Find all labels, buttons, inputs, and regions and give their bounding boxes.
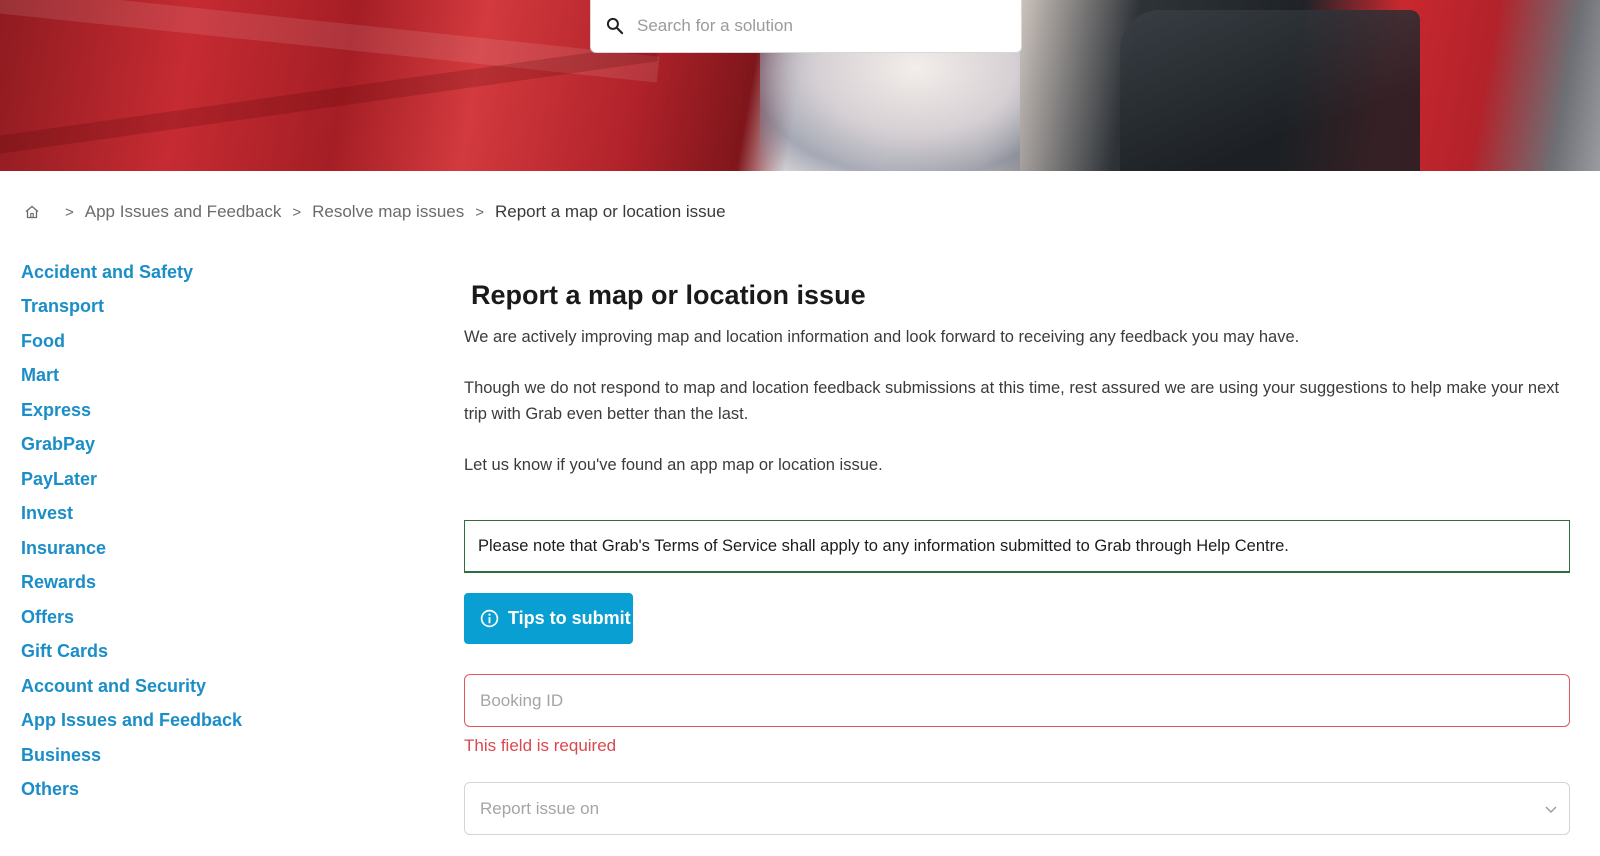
prompt-paragraph: Let us know if you've found an app map o… (464, 456, 883, 474)
sidebar-item: Express (21, 393, 321, 428)
hero-photo-car-seat (1120, 10, 1420, 171)
breadcrumb: > App Issues and Feedback > Resolve map … (24, 202, 726, 222)
breadcrumb-separator: > (292, 203, 302, 221)
breadcrumb-resolve-map[interactable]: Resolve map issues (312, 202, 464, 222)
sidebar-item: App Issues and Feedback (21, 704, 321, 739)
sidebar-nav: Accident and Safety Transport Food Mart … (21, 255, 321, 807)
booking-id-input[interactable] (480, 690, 1540, 711)
sidebar-item: Account and Security (21, 669, 321, 704)
sidebar-item-grabpay[interactable]: GrabPay (21, 434, 95, 455)
sidebar-item-gift-cards[interactable]: Gift Cards (21, 641, 108, 662)
report-issue-placeholder: Report issue on (480, 798, 600, 818)
sidebar-item-invest[interactable]: Invest (21, 503, 73, 524)
search-icon (606, 17, 624, 35)
sidebar-item-transport[interactable]: Transport (21, 296, 104, 317)
sidebar-item: GrabPay (21, 428, 321, 463)
booking-id-field[interactable] (464, 674, 1570, 727)
breadcrumb-app-issues[interactable]: App Issues and Feedback (85, 202, 282, 222)
page-title: Report a map or location issue (471, 280, 866, 310)
tips-to-submit-button[interactable]: Tips to submit (464, 593, 633, 644)
home-icon[interactable] (24, 204, 40, 220)
sidebar-item: Transport (21, 290, 321, 325)
search-box[interactable] (590, 0, 1022, 53)
sidebar-item-app-issues[interactable]: App Issues and Feedback (21, 710, 242, 731)
chevron-down-icon (1545, 806, 1557, 813)
sidebar-item: Accident and Safety (21, 255, 321, 290)
booking-id-error: This field is required (464, 736, 617, 755)
info-icon (480, 609, 499, 628)
sidebar-item: Invest (21, 497, 321, 532)
hero-decoration (0, 43, 658, 159)
main-content: Report a map or location issue We are ac… (464, 278, 1571, 835)
sidebar-item: Others (21, 773, 321, 808)
sidebar-item: Food (21, 324, 321, 359)
breadcrumb-separator: > (475, 203, 484, 221)
breadcrumb-separator: > (65, 203, 74, 221)
sidebar-item: PayLater (21, 462, 321, 497)
sidebar-item-mart[interactable]: Mart (21, 365, 59, 386)
sidebar-item: Insurance (21, 531, 321, 566)
sidebar-item-insurance[interactable]: Insurance (21, 538, 106, 559)
breadcrumb-current: Report a map or location issue (495, 202, 726, 221)
sidebar-item-rewards[interactable]: Rewards (21, 572, 96, 593)
sidebar-item: Business (21, 738, 321, 773)
tips-button-label: Tips to submit (508, 608, 631, 628)
sidebar-item-food[interactable]: Food (21, 331, 65, 352)
sidebar-item: Offers (21, 600, 321, 635)
sidebar-item-paylater[interactable]: PayLater (21, 469, 97, 490)
sidebar-item: Rewards (21, 566, 321, 601)
sidebar-item-offers[interactable]: Offers (21, 607, 74, 628)
terms-notice: Please note that Grab's Terms of Service… (464, 520, 1570, 573)
terms-notice-text: Please note that Grab's Terms of Service… (478, 536, 1289, 555)
sidebar-item-others[interactable]: Others (21, 779, 79, 800)
sidebar-item-account-security[interactable]: Account and Security (21, 676, 206, 697)
sidebar-item-accident-safety[interactable]: Accident and Safety (21, 262, 193, 283)
sidebar-item-business[interactable]: Business (21, 745, 101, 766)
sidebar-item: Gift Cards (21, 635, 321, 670)
info-paragraph: Though we do not respond to map and loca… (464, 379, 1560, 423)
sidebar-item: Mart (21, 359, 321, 394)
intro-paragraph: We are actively improving map and locati… (464, 328, 1300, 346)
report-issue-select[interactable]: Report issue on (464, 782, 1570, 835)
sidebar-item-express[interactable]: Express (21, 400, 91, 421)
search-input[interactable] (637, 16, 997, 36)
